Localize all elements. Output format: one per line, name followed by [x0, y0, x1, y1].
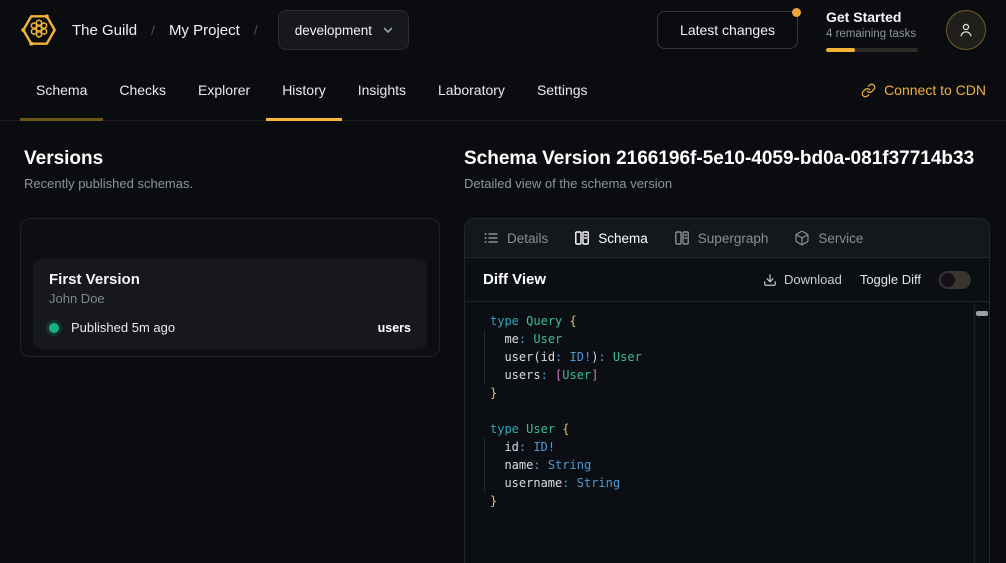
get-started-progress-fill — [826, 48, 855, 52]
tab-checks[interactable]: Checks — [103, 60, 182, 120]
tab-label: Settings — [537, 82, 588, 98]
detail-tab-schema[interactable]: Schema — [574, 230, 648, 246]
version-detail-card: Details Schema — [464, 218, 990, 563]
detail-tab-service[interactable]: Service — [794, 230, 863, 246]
tab-label: Schema — [36, 82, 87, 98]
code-line: me: User — [490, 330, 989, 348]
detail-tab-details[interactable]: Details — [483, 230, 548, 246]
detail-tab-bar: Details Schema — [465, 219, 989, 258]
toggle-diff-knob — [941, 273, 955, 287]
breadcrumb-separator: / — [254, 22, 258, 38]
cube-icon — [794, 230, 810, 246]
notification-dot — [792, 8, 801, 17]
detail-tab-label: Service — [818, 231, 863, 246]
get-started-title: Get Started — [826, 9, 918, 26]
code-line: } — [490, 492, 989, 510]
code-line: username: String — [490, 474, 989, 492]
breadcrumb-separator: / — [151, 22, 155, 38]
target-selector-value: development — [295, 23, 372, 38]
scrollbar-thumb[interactable] — [976, 311, 988, 316]
chevron-down-icon — [382, 24, 394, 36]
code-line: type Query { — [490, 312, 989, 330]
main-content: Versions Recently published schemas. Fir… — [0, 121, 1006, 563]
scrollbar-track — [974, 302, 975, 563]
detail-tab-label: Details — [507, 231, 548, 246]
get-started-progress-bar — [826, 48, 918, 52]
top-header: The Guild / My Project / development Lat… — [0, 0, 1006, 60]
list-icon — [483, 230, 499, 246]
latest-changes-label: Latest changes — [680, 22, 775, 38]
columns-icon — [674, 230, 690, 246]
tab-label: Laboratory — [438, 82, 505, 98]
user-avatar[interactable] — [946, 10, 986, 50]
code-content: type Query { me: User user(id: ID!): Use… — [490, 312, 989, 510]
main-nav: Schema Checks Explorer History Insights … — [0, 60, 1006, 121]
indent-guide — [484, 330, 485, 384]
version-status-row: Published 5m ago users — [49, 320, 411, 335]
tab-label: Insights — [358, 82, 406, 98]
code-line: name: String — [490, 456, 989, 474]
code-line: type User { — [490, 420, 989, 438]
tab-label: History — [282, 82, 326, 98]
download-label: Download — [784, 272, 842, 287]
tab-explorer[interactable]: Explorer — [182, 60, 266, 120]
versions-section: Versions Recently published schemas. Fir… — [0, 121, 460, 563]
diff-view-header: Diff View Download Toggle Diff — [465, 258, 989, 302]
code-line: users: [User] — [490, 366, 989, 384]
detail-tab-label: Schema — [598, 231, 648, 246]
version-author: John Doe — [49, 291, 411, 307]
code-line — [490, 402, 989, 420]
download-icon — [763, 273, 777, 287]
target-selector[interactable]: development — [278, 10, 409, 50]
tab-settings[interactable]: Settings — [521, 60, 604, 120]
versions-panel: First Version John Doe Published 5m ago … — [20, 218, 440, 357]
tab-label: Explorer — [198, 82, 250, 98]
tab-history[interactable]: History — [266, 60, 342, 120]
columns-icon — [574, 230, 590, 246]
tab-label: Checks — [119, 82, 166, 98]
diff-view-title: Diff View — [483, 271, 546, 288]
service-badge: users — [378, 321, 411, 335]
schema-code-editor[interactable]: type Query { me: User user(id: ID!): Use… — [465, 302, 989, 563]
breadcrumb-org[interactable]: The Guild — [72, 22, 137, 39]
latest-changes-button[interactable]: Latest changes — [657, 11, 798, 49]
detail-tab-supergraph[interactable]: Supergraph — [674, 230, 769, 246]
header-actions: Latest changes Get Started 4 remaining t… — [657, 9, 986, 52]
hive-logo-icon[interactable] — [20, 11, 58, 49]
code-line: } — [490, 384, 989, 402]
tab-insights[interactable]: Insights — [342, 60, 422, 120]
cdn-link-label: Connect to CDN — [884, 82, 986, 98]
app-root: The Guild / My Project / development Lat… — [0, 0, 1006, 563]
version-name: First Version — [49, 271, 411, 289]
detail-tab-label: Supergraph — [698, 231, 769, 246]
breadcrumb: The Guild / My Project / development — [20, 10, 409, 50]
published-status-dot — [49, 323, 59, 333]
version-detail-section: Schema Version 2166196f-5e10-4059-bd0a-0… — [460, 121, 1006, 563]
user-icon — [957, 21, 975, 39]
code-line: user(id: ID!): User — [490, 348, 989, 366]
connect-to-cdn-link[interactable]: Connect to CDN — [861, 60, 986, 120]
version-detail-title: Schema Version 2166196f-5e10-4059-bd0a-0… — [464, 148, 990, 170]
versions-subtitle: Recently published schemas. — [24, 176, 440, 192]
tab-schema[interactable]: Schema — [20, 60, 103, 120]
get-started-widget[interactable]: Get Started 4 remaining tasks — [826, 9, 918, 52]
diff-actions: Download Toggle Diff — [763, 271, 971, 289]
code-line: id: ID! — [490, 438, 989, 456]
link-icon — [861, 83, 876, 98]
download-button[interactable]: Download — [763, 272, 842, 287]
toggle-diff-label: Toggle Diff — [860, 272, 921, 287]
version-status: Published 5m ago — [71, 320, 175, 335]
get-started-subtitle: 4 remaining tasks — [826, 27, 918, 42]
tab-laboratory[interactable]: Laboratory — [422, 60, 521, 120]
indent-guide — [484, 438, 485, 492]
breadcrumb-project[interactable]: My Project — [169, 22, 240, 39]
toggle-diff-switch[interactable] — [939, 271, 971, 289]
version-detail-subtitle: Detailed view of the schema version — [464, 176, 990, 192]
versions-title: Versions — [24, 148, 440, 170]
version-list-item[interactable]: First Version John Doe Published 5m ago … — [33, 259, 427, 349]
